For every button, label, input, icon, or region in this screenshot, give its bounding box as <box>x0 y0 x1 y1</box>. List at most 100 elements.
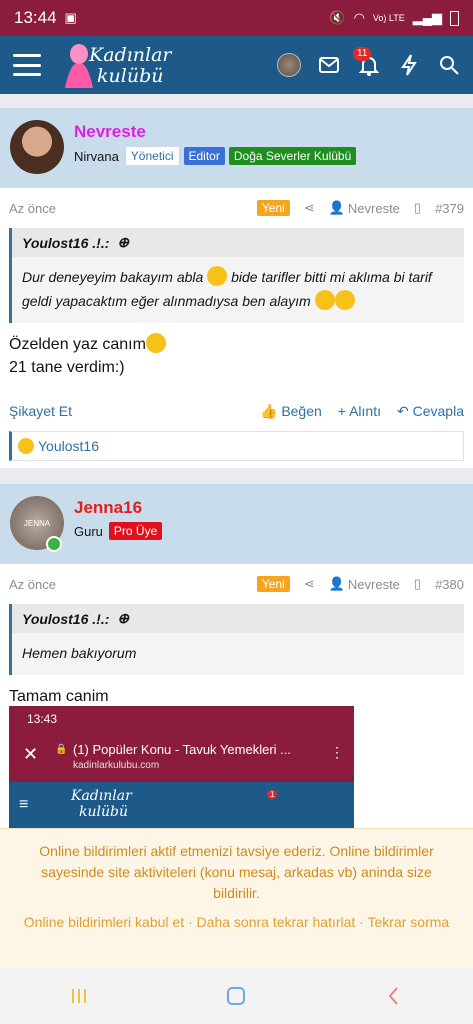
grin-emoji-icon <box>207 266 228 286</box>
logo-line2: kulübü <box>97 65 164 87</box>
user-title: Guru <box>74 523 103 539</box>
bell-icon[interactable]: 11 <box>353 47 381 77</box>
notice-sep: · <box>184 914 197 930</box>
post-meta: Az önce Yeni ⋖ 👤 Nevreste ▯ #379 <box>0 188 473 228</box>
post-number[interactable]: #380 <box>435 577 464 592</box>
site-header: Kadınlar kulübü 11 <box>0 36 473 94</box>
embedded-tab-url: kadinlarkulubu.com <box>73 760 160 771</box>
gallery-icon: ▣ <box>64 10 77 25</box>
home-icon[interactable] <box>225 985 247 1007</box>
post-number[interactable]: #379 <box>435 201 464 216</box>
back-icon[interactable] <box>383 985 405 1007</box>
system-nav-bar <box>0 968 473 1024</box>
user-avatar[interactable] <box>277 53 301 77</box>
badge-editor: Editor <box>183 147 225 165</box>
status-time: 13:44 <box>14 8 57 27</box>
online-indicator <box>46 536 62 552</box>
grin-emoji-icon <box>314 290 335 310</box>
user-title: Nirvana <box>74 148 119 164</box>
bookmark-icon[interactable]: ▯ <box>414 200 421 216</box>
quote-block: Youlost16 .!.: ⊕ Dur deneyeyim bakayım ab… <box>9 228 464 323</box>
arrow-up-icon[interactable]: ⊕ <box>117 610 129 627</box>
quote-text: Hemen bakıyorum <box>22 645 137 661</box>
reply-button[interactable]: ↶ Cevapla <box>397 403 464 420</box>
avatar[interactable] <box>10 120 64 174</box>
embedded-notif-badge: 1 <box>267 790 278 799</box>
status-bar: 13:44 ▣ 🔇 ◠ Vo) LTE ▂▄▆ <box>0 0 473 36</box>
embedded-close-icon: ✕ <box>23 744 39 764</box>
author-link[interactable]: 👤 Nevreste <box>329 576 400 592</box>
post-body: Özelden yaz canım 21 tane verdim:) <box>0 323 473 379</box>
embedded-menu-icon: ≡ <box>19 796 29 813</box>
menu-icon[interactable] <box>13 54 41 76</box>
user-icon: 👤 <box>328 576 345 591</box>
post-body: Tamam canim <box>9 688 109 705</box>
quote-author[interactable]: Youlost16 .!.: <box>22 235 109 251</box>
search-icon[interactable] <box>437 53 461 77</box>
body-line-2: 21 tane verdim:) <box>9 359 125 376</box>
embedded-logo-1: Kadınlar <box>71 788 132 804</box>
reaction-user[interactable]: Youlost16 <box>38 438 99 454</box>
post-meta: Az önce Yeni ⋖ 👤 Nevreste ▯ #380 <box>0 564 473 604</box>
new-badge: Yeni <box>256 200 290 216</box>
embedded-tab-title: (1) Popüler Konu - Tavuk Yemekleri ... <box>73 742 291 757</box>
site-logo[interactable]: Kadınlar kulübü <box>59 42 174 88</box>
badge-club: Doğa Severler Kulübü <box>228 147 357 165</box>
lightning-icon[interactable] <box>397 53 421 77</box>
embedded-header: ≡ Kadınlar kulübü 1 <box>9 782 354 828</box>
new-badge: Yeni <box>256 576 290 592</box>
notice-accept[interactable]: Online bildirimleri kabul et <box>24 914 184 930</box>
embedded-tab-bar: ✕ 🔒 (1) Popüler Konu - Tavuk Yemekleri .… <box>9 732 354 782</box>
user-icon: 👤 <box>328 200 345 215</box>
notification-count: 11 <box>353 47 372 61</box>
network-label: Vo) LTE <box>372 13 405 23</box>
post-380: JENNA Jenna16 Guru Pro Üye Az önce Yeni … <box>0 484 473 828</box>
share-icon[interactable]: ⋖ <box>304 200 315 216</box>
logo-line1: Kadınlar <box>89 44 172 66</box>
username[interactable]: Jenna16 <box>74 498 142 518</box>
signal-icon: ▂▄▆ <box>412 10 442 25</box>
embedded-screenshot[interactable]: 13:43 ✕ 🔒 (1) Popüler Konu - Tavuk Yemek… <box>9 706 354 828</box>
reaction-bar[interactable]: Youlost16 <box>9 431 464 461</box>
quote-text: Dur deneyeyim bakayım abla bide tarifler… <box>12 257 464 323</box>
embedded-time: 13:43 <box>27 712 58 726</box>
post-379: Nevreste Nirvana Yönetici Editor Doğa Se… <box>0 108 473 468</box>
arrow-up-icon[interactable]: ⊕ <box>117 234 129 251</box>
quote-author[interactable]: Youlost16 .!.: <box>22 611 109 627</box>
wifi-icon: ◠ <box>353 10 365 25</box>
embedded-logo-2: kulübü <box>79 804 128 820</box>
mute-icon: 🔇 <box>329 10 346 25</box>
post-time[interactable]: Az önce <box>9 577 56 592</box>
post-time[interactable]: Az önce <box>9 201 56 216</box>
bookmark-icon[interactable]: ▯ <box>414 576 421 592</box>
badge-admin: Yönetici <box>124 146 180 166</box>
embedded-more-icon: ⋮ <box>330 744 344 760</box>
reply-label: Cevapla <box>412 402 464 419</box>
author-name: Nevreste <box>347 576 400 592</box>
username[interactable]: Nevreste <box>74 122 146 142</box>
share-icon[interactable]: ⋖ <box>304 576 315 592</box>
report-link[interactable]: Şikayet Et <box>9 403 72 419</box>
body-line-1: Özelden yaz canım <box>9 336 146 353</box>
avatar-text: JENNA <box>23 518 51 528</box>
notice-message: Online bildirimleri aktif etmenizi tavsi… <box>39 843 434 901</box>
notice-links: Online bildirimleri kabul et · Daha sonr… <box>20 912 453 933</box>
badge-pro: Pro Üye <box>108 522 163 540</box>
embedded-status-bar: 13:43 <box>9 706 354 732</box>
quote-text-1: Dur deneyeyim bakayım abla <box>22 269 204 285</box>
author-bar: JENNA Jenna16 Guru Pro Üye <box>0 484 473 564</box>
author-bar: Nevreste Nirvana Yönetici Editor Doğa Se… <box>0 108 473 188</box>
quote-block: Youlost16 .!.: ⊕ Hemen bakıyorum <box>9 604 464 675</box>
post-actions: Şikayet Et 👍 Beğen + Alıntı ↶ Cevapla <box>0 391 473 431</box>
battery-icon <box>450 10 459 26</box>
grin-emoji-icon <box>334 290 355 310</box>
recent-apps-icon[interactable] <box>68 985 90 1007</box>
notice-sep: · <box>355 914 368 930</box>
mail-icon[interactable] <box>317 53 341 77</box>
author-link[interactable]: 👤 Nevreste <box>329 200 400 216</box>
notice-later[interactable]: Daha sonra tekrar hatırlat <box>197 914 356 930</box>
like-button[interactable]: 👍 Beğen <box>260 403 322 420</box>
quote-label: Alıntı <box>349 402 381 419</box>
quote-button[interactable]: + Alıntı <box>338 403 381 420</box>
notice-never[interactable]: Tekrar sorma <box>368 914 450 930</box>
